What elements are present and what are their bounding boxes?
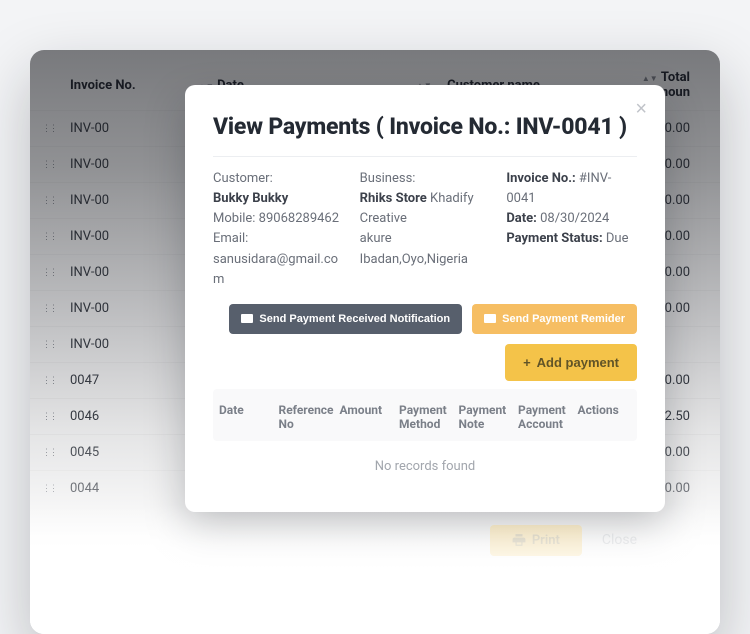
send-received-label: Send Payment Received Notification xyxy=(259,313,450,325)
drag-handle-icon[interactable]: ⋮⋮ xyxy=(42,160,56,170)
cell-invoice: INV-00 xyxy=(70,301,190,316)
close-icon[interactable]: × xyxy=(635,99,647,119)
business-name: Rhiks Store xyxy=(360,191,427,206)
modal-title: View Payments ( Invoice No.: INV-0041 ) xyxy=(213,111,637,142)
email-label: Email: xyxy=(213,229,344,249)
th-date: Date xyxy=(219,403,273,431)
th-account: Payment Account xyxy=(518,403,572,431)
business-info: Business: Rhiks Store Khadify Creative a… xyxy=(360,169,491,290)
th-note: Payment Note xyxy=(459,403,513,431)
send-reminder-label: Send Payment Remider xyxy=(502,313,625,325)
date-value: 08/30/2024 xyxy=(540,211,609,226)
cell-invoice: INV-00 xyxy=(70,265,190,280)
th-method: Payment Method xyxy=(399,403,453,431)
cell-invoice: 0044 xyxy=(70,481,190,496)
customer-label: Customer: xyxy=(213,169,344,189)
mobile-label: Mobile: xyxy=(213,211,255,226)
drag-handle-icon[interactable]: ⋮⋮ xyxy=(42,412,56,422)
invoice-meta: Invoice No.: #INV-0041 Date: 08/30/2024 … xyxy=(506,169,637,290)
modal-footer: Print Close xyxy=(490,525,637,556)
drag-handle-icon[interactable]: ⋮⋮ xyxy=(42,232,56,242)
drag-handle-icon[interactable]: ⋮⋮ xyxy=(42,340,56,350)
cell-invoice: 0046 xyxy=(70,409,190,424)
add-payment-button[interactable]: + Add payment xyxy=(505,344,637,381)
footer-close-button[interactable]: Close xyxy=(602,532,637,548)
business-address: Ibadan,Oyo,Nigeria xyxy=(360,250,491,270)
cell-invoice: INV-00 xyxy=(70,157,190,172)
drag-handle-icon[interactable]: ⋮⋮ xyxy=(42,268,56,278)
drag-handle-icon[interactable]: ⋮⋮ xyxy=(42,376,56,386)
status-label: Payment Status: xyxy=(506,231,602,246)
print-button[interactable]: Print xyxy=(490,525,582,556)
send-received-button[interactable]: Send Payment Received Notification xyxy=(229,304,462,334)
divider xyxy=(213,156,637,157)
cell-invoice: 0045 xyxy=(70,445,190,460)
mobile-value: 89068289462 xyxy=(259,211,339,226)
date-label: Date: xyxy=(506,211,537,226)
cell-invoice: INV-00 xyxy=(70,337,190,352)
business-label: Business: xyxy=(360,169,491,189)
business-city: akure xyxy=(360,229,491,249)
sort-icon: ▲▼ xyxy=(642,74,658,83)
content-card: Invoice No. ▲▼ Date ▲▼ Customer name ▲▼ … xyxy=(30,50,720,634)
cell-invoice: 0047 xyxy=(70,373,190,388)
th-actions: Actions xyxy=(578,403,632,431)
drag-handle-icon[interactable]: ⋮⋮ xyxy=(42,448,56,458)
add-payment-row: + Add payment xyxy=(213,344,637,381)
send-reminder-button[interactable]: Send Payment Remider xyxy=(472,304,637,334)
plus-icon: + xyxy=(523,355,531,370)
col-header-invoice[interactable]: Invoice No. xyxy=(70,78,190,93)
drag-handle-icon[interactable]: ⋮⋮ xyxy=(42,484,56,494)
drag-handle-icon[interactable]: ⋮⋮ xyxy=(42,124,56,134)
status-value: Due xyxy=(606,231,629,246)
invoice-no-label: Invoice No.: xyxy=(506,171,575,186)
page-canvas: Invoice No. ▲▼ Date ▲▼ Customer name ▲▼ … xyxy=(0,0,750,594)
customer-name: Bukky Bukky xyxy=(213,191,288,206)
no-records-text: No records found xyxy=(213,441,637,482)
th-amount: Amount xyxy=(340,403,394,431)
add-payment-label: Add payment xyxy=(537,355,619,370)
print-label: Print xyxy=(532,533,560,548)
cell-invoice: INV-00 xyxy=(70,229,190,244)
drag-handle-icon[interactable]: ⋮⋮ xyxy=(42,304,56,314)
payments-table-header: Date Reference No Amount Payment Method … xyxy=(213,389,637,441)
th-reference: Reference No xyxy=(279,403,334,431)
info-columns: Customer: Bukky Bukky Mobile: 8906828946… xyxy=(213,169,637,290)
drag-handle-icon[interactable]: ⋮⋮ xyxy=(42,196,56,206)
print-icon xyxy=(512,534,526,546)
view-payments-modal: × View Payments ( Invoice No.: INV-0041 … xyxy=(185,85,665,512)
email-value: sanusidara@gmail.com xyxy=(213,250,344,290)
envelope-icon xyxy=(484,314,496,323)
customer-info: Customer: Bukky Bukky Mobile: 8906828946… xyxy=(213,169,344,290)
cell-invoice: INV-00 xyxy=(70,193,190,208)
notification-buttons: Send Payment Received Notification Send … xyxy=(213,304,637,334)
envelope-icon xyxy=(241,314,253,323)
cell-invoice: INV-00 xyxy=(70,121,190,136)
